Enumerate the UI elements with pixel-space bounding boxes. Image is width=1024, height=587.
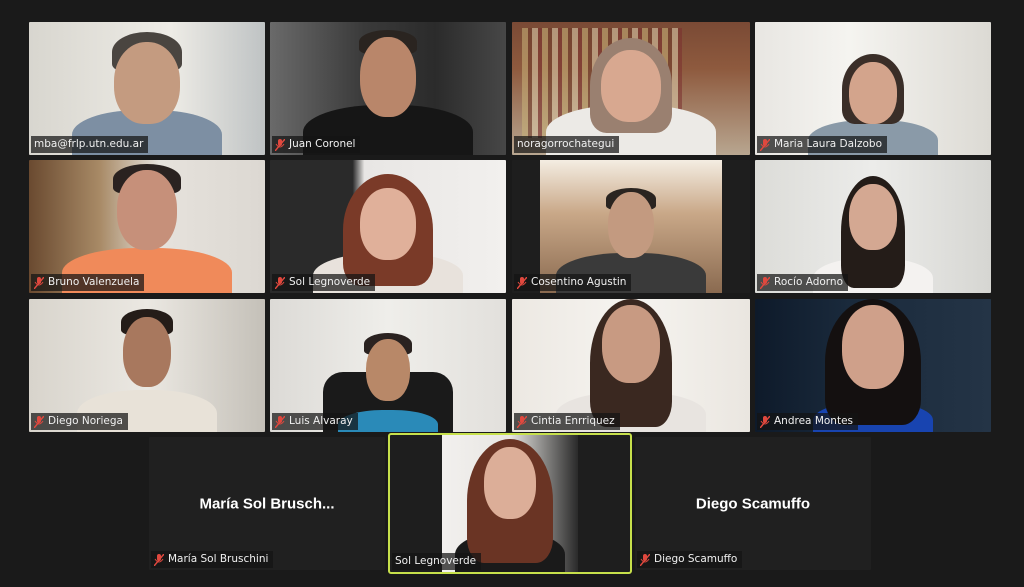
participant-name-tag: Sol Legnoverde <box>272 274 376 291</box>
video-tile-sol-legnoverde[interactable]: Sol Legnoverde <box>270 160 506 293</box>
participant-name-tag: noragorrochategui <box>514 136 620 153</box>
mic-muted-icon <box>275 415 285 428</box>
participant-name-tag: María Sol Bruschini <box>151 551 274 568</box>
participant-name-tag: Sol Legnoverde <box>392 553 482 570</box>
mic-muted-icon <box>275 138 285 151</box>
participant-name: Andrea Montes <box>774 415 854 427</box>
mic-muted-icon <box>517 276 527 289</box>
participant-display-name: Diego Scamuffo <box>695 495 811 512</box>
participant-name-tag: Juan Coronel <box>272 136 361 153</box>
mic-muted-icon <box>34 415 44 428</box>
participant-name: Cintia Enrriquez <box>531 415 615 427</box>
video-tile-diego-scamuffo[interactable]: Diego Scamuffo Diego Scamuffo <box>635 437 871 570</box>
mic-muted-icon <box>517 415 527 428</box>
participant-name: mba@frlp.utn.edu.ar <box>34 138 144 150</box>
video-tile-bruno-valenzuela[interactable]: Bruno Valenzuela <box>29 160 265 293</box>
video-tile-cosentino-agustin[interactable]: Cosentino Agustin <box>512 160 750 293</box>
participant-name: Juan Coronel <box>289 138 356 150</box>
participant-name: Cosentino Agustin <box>531 276 627 288</box>
participant-name: María Sol Bruschini <box>168 553 269 565</box>
participant-name: Rocío Adorno <box>774 276 843 288</box>
participant-name-tag: Diego Scamuffo <box>637 551 743 568</box>
participant-name-tag: Andrea Montes <box>757 413 859 430</box>
participant-name-tag: Luis Alvaray <box>272 413 358 430</box>
video-tile-noragorrochategui[interactable]: noragorrochategui <box>512 22 750 155</box>
participant-name-tag: Cintia Enrriquez <box>514 413 620 430</box>
mic-muted-icon <box>154 553 164 566</box>
video-tile-andrea-montes[interactable]: Andrea Montes <box>755 299 991 432</box>
participant-name: Diego Noriega <box>48 415 123 427</box>
participant-name: Luis Alvaray <box>289 415 353 427</box>
video-tile-juan-coronel[interactable]: Juan Coronel <box>270 22 506 155</box>
participant-name: Diego Scamuffo <box>654 553 738 565</box>
mic-muted-icon <box>34 276 44 289</box>
participant-name-tag: Maria Laura Dalzobo <box>757 136 887 153</box>
participant-name-tag: mba@frlp.utn.edu.ar <box>31 136 149 153</box>
participant-name: noragorrochategui <box>517 138 615 150</box>
video-tile-sol-legnoverde-speaker[interactable]: Sol Legnoverde <box>388 433 632 574</box>
participant-name: Maria Laura Dalzobo <box>774 138 882 150</box>
participant-name-tag: Cosentino Agustin <box>514 274 632 291</box>
video-tile-rocio-adorno[interactable]: Rocío Adorno <box>755 160 991 293</box>
mic-muted-icon <box>760 276 770 289</box>
participant-display-name: María Sol Brusch... <box>199 495 335 512</box>
video-tile-mba[interactable]: mba@frlp.utn.edu.ar <box>29 22 265 155</box>
participant-name: Sol Legnoverde <box>395 555 477 567</box>
video-tile-cintia-enrriquez[interactable]: Cintia Enrriquez <box>512 299 750 432</box>
mic-muted-icon <box>275 276 285 289</box>
video-tile-luis-alvaray[interactable]: Luis Alvaray <box>270 299 506 432</box>
participant-name-tag: Bruno Valenzuela <box>31 274 145 291</box>
mic-muted-icon <box>760 415 770 428</box>
mic-muted-icon <box>640 553 650 566</box>
video-tile-maria-laura-dalzobo[interactable]: Maria Laura Dalzobo <box>755 22 991 155</box>
video-tile-maria-sol-bruschini[interactable]: María Sol Brusch... María Sol Bruschini <box>149 437 385 570</box>
participant-name: Sol Legnoverde <box>289 276 371 288</box>
participant-name-tag: Diego Noriega <box>31 413 128 430</box>
participant-name: Bruno Valenzuela <box>48 276 140 288</box>
video-tile-diego-noriega[interactable]: Diego Noriega <box>29 299 265 432</box>
mic-muted-icon <box>760 138 770 151</box>
participant-name-tag: Rocío Adorno <box>757 274 848 291</box>
